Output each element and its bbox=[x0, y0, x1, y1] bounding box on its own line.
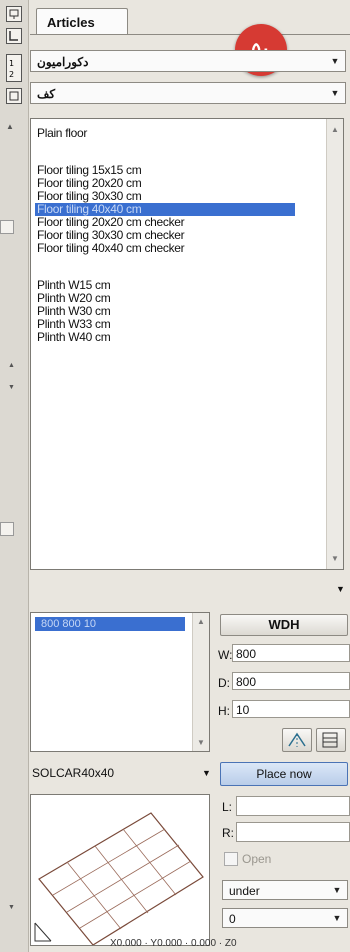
chevron-down-icon[interactable]: ▼ bbox=[336, 584, 345, 594]
depth-field[interactable]: 800 bbox=[232, 672, 350, 690]
splitter-handle[interactable] bbox=[0, 522, 14, 536]
properties-button[interactable] bbox=[316, 728, 346, 752]
scroll-down-icon[interactable]: ▼ bbox=[197, 738, 205, 747]
scroll-up-icon[interactable]: ▲ bbox=[331, 125, 339, 134]
scroll-down-icon[interactable]: ▼ bbox=[331, 554, 339, 563]
svg-text:2: 2 bbox=[9, 70, 14, 79]
subcategory-select-value: کف bbox=[37, 87, 56, 101]
chevron-down-icon[interactable]: ▼ bbox=[331, 881, 343, 899]
height-field[interactable]: 10 bbox=[232, 700, 350, 718]
pin-icon[interactable] bbox=[6, 6, 22, 22]
depth-value: 800 bbox=[236, 675, 257, 689]
article-list[interactable]: Plain floor Floor tiling 15x15 cm Floor … bbox=[30, 118, 344, 570]
article-name: SOLCAR40x40 bbox=[32, 766, 115, 780]
tool-strip bbox=[0, 0, 29, 952]
angle-select[interactable]: 0 ▼ bbox=[222, 908, 348, 928]
list-item[interactable]: Plain floor bbox=[37, 127, 87, 140]
splitter-handle[interactable] bbox=[0, 220, 14, 234]
mirror-icon bbox=[288, 732, 306, 747]
left-offset-label: L: bbox=[222, 800, 233, 814]
table-icon bbox=[322, 732, 338, 748]
position-value: under bbox=[229, 884, 260, 898]
open-label: Open bbox=[242, 852, 272, 866]
mirror-button[interactable] bbox=[282, 728, 312, 752]
floor-preview-graphic bbox=[34, 812, 204, 946]
open-checkbox[interactable] bbox=[224, 852, 238, 866]
tab-articles[interactable]: Articles bbox=[36, 8, 128, 34]
size-scrollbar[interactable]: ▲ ▼ bbox=[192, 613, 209, 751]
status-coordinates: X0.000 · Y0.000 · 0.000 · Z0 bbox=[110, 938, 237, 949]
depth-label: D: bbox=[218, 676, 230, 690]
sort-icon[interactable]: 12 bbox=[6, 54, 22, 82]
chevron-down-icon[interactable]: ▼ bbox=[202, 768, 211, 778]
floor-plan-icon[interactable] bbox=[6, 28, 22, 44]
expand-icon[interactable]: ▼ bbox=[8, 384, 15, 391]
left-offset-field[interactable] bbox=[236, 796, 350, 816]
list-item[interactable]: Plinth W40 cm bbox=[37, 331, 111, 344]
scroll-up-icon[interactable]: ▲ bbox=[197, 617, 205, 626]
floor-preview bbox=[30, 794, 210, 946]
category-select-value: دکورامیون bbox=[37, 55, 89, 69]
width-value: 800 bbox=[236, 647, 257, 661]
wdh-button[interactable]: WDH bbox=[220, 614, 348, 636]
position-select[interactable]: under ▼ bbox=[222, 880, 348, 900]
place-now-button[interactable]: Place now bbox=[220, 762, 348, 786]
box-icon[interactable] bbox=[6, 88, 22, 104]
chevron-down-icon[interactable]: ▼ bbox=[331, 909, 343, 927]
svg-text:1: 1 bbox=[9, 59, 14, 68]
scroll-down-icon[interactable]: ▼ bbox=[8, 904, 15, 911]
subcategory-select[interactable]: کف ▼ bbox=[30, 82, 346, 104]
list-scrollbar[interactable]: ▲ ▼ bbox=[326, 119, 343, 569]
list-item[interactable]: Floor tiling 40x40 cm checker bbox=[37, 242, 185, 255]
right-offset-label: R: bbox=[222, 826, 234, 840]
chevron-down-icon[interactable]: ▼ bbox=[329, 83, 341, 103]
right-offset-field[interactable] bbox=[236, 822, 350, 842]
chevron-down-icon[interactable]: ▼ bbox=[329, 51, 341, 71]
width-label: W: bbox=[218, 648, 233, 662]
tab-divider bbox=[30, 34, 350, 35]
size-list[interactable]: 800 800 10 ▲ ▼ bbox=[30, 612, 210, 752]
width-field[interactable]: 800 bbox=[232, 644, 350, 662]
angle-value: 0 bbox=[229, 912, 236, 926]
height-label: H: bbox=[218, 704, 230, 718]
collapse-icon[interactable]: ▲ bbox=[8, 362, 15, 369]
category-select[interactable]: دکورامیون ▼ bbox=[30, 50, 346, 72]
scroll-up-icon[interactable]: ▲ bbox=[6, 122, 14, 131]
size-item-selected[interactable]: 800 800 10 bbox=[35, 617, 185, 631]
height-value: 10 bbox=[236, 703, 250, 717]
